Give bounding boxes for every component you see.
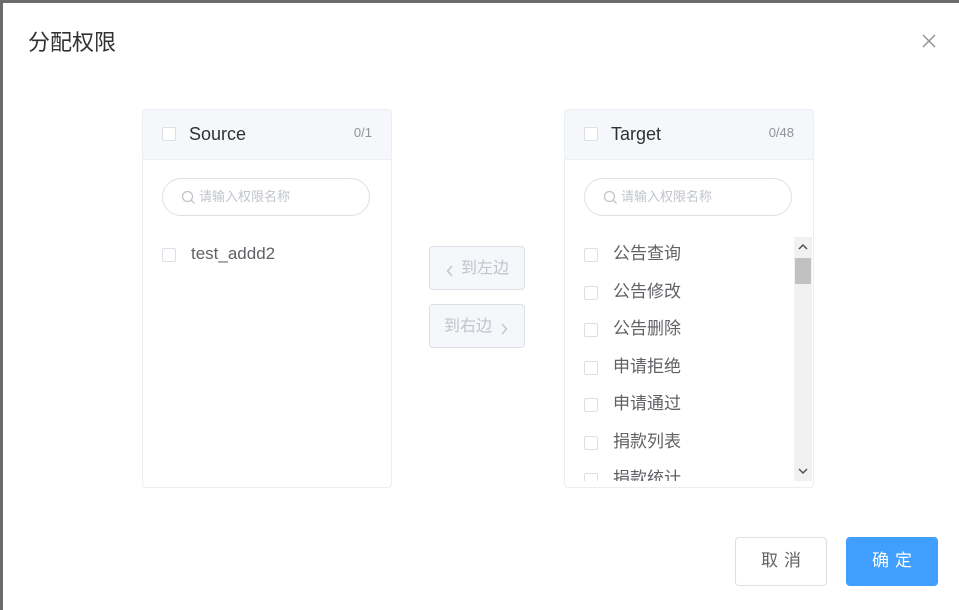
list-item[interactable]: 公告修改 (565, 274, 813, 312)
item-label: 申请通过 (613, 394, 681, 414)
scroll-up-icon[interactable] (794, 239, 812, 255)
target-count: 0/48 (768, 125, 794, 140)
item-checkbox[interactable] (584, 360, 598, 375)
assign-permissions-dialog: 分配权限 Source 0/1 test_addd2 到左边 (3, 3, 959, 610)
target-panel-header: Target 0/48 (565, 110, 813, 160)
source-panel: Source 0/1 test_addd2 (142, 109, 392, 488)
list-item[interactable]: 公告删除 (565, 311, 813, 349)
list-item[interactable]: 捐款统计 (565, 461, 813, 481)
item-label: 捐款统计 (613, 469, 681, 481)
source-search-input[interactable] (199, 187, 359, 207)
to-left-label: 到左边 (461, 258, 510, 277)
list-item[interactable]: 公告查询 (565, 236, 813, 274)
item-label: 公告查询 (613, 244, 681, 264)
scroll-down-icon[interactable] (794, 463, 812, 479)
to-right-button[interactable]: 到右边 (429, 304, 525, 348)
item-checkbox[interactable] (584, 248, 598, 262)
source-panel-title: Source (189, 124, 247, 144)
source-search-box (162, 178, 370, 216)
target-search-input[interactable] (621, 187, 781, 207)
target-list: 公告查询 公告修改 公告删除 申请拒绝 申请通过 捐款列表 捐款统计 (565, 236, 813, 481)
chevron-right-icon (500, 320, 508, 339)
search-icon (603, 190, 618, 209)
target-panel-title: Target (611, 124, 662, 144)
list-item[interactable]: 申请拒绝 (565, 349, 813, 387)
chevron-left-icon (446, 262, 454, 281)
source-count: 0/1 (353, 125, 372, 140)
item-label: 捐款列表 (613, 431, 681, 452)
item-label: 公告删除 (613, 319, 681, 339)
item-checkbox[interactable] (162, 248, 176, 262)
list-item[interactable]: 捐款列表 (565, 424, 813, 462)
close-icon[interactable] (921, 33, 937, 49)
source-panel-header: Source 0/1 (143, 110, 391, 160)
item-checkbox[interactable] (584, 473, 598, 481)
item-checkbox[interactable] (584, 435, 598, 450)
dialog-title: 分配权限 (28, 31, 117, 56)
item-label: 公告修改 (613, 281, 681, 302)
source-list: test_addd2 (143, 236, 391, 481)
source-select-all-checkbox[interactable] (162, 127, 176, 141)
confirm-button[interactable]: 确定 (846, 537, 938, 586)
scrollbar-thumb[interactable] (795, 258, 811, 284)
item-label: test_addd2 (191, 244, 276, 263)
target-select-all-checkbox[interactable] (584, 127, 598, 141)
to-left-button[interactable]: 到左边 (429, 246, 525, 290)
item-checkbox[interactable] (584, 323, 598, 337)
target-panel: Target 0/48 公告查询 公告修改 公告删除 (564, 109, 814, 488)
search-icon (181, 190, 196, 209)
target-list-scrollbar[interactable] (794, 237, 812, 481)
item-checkbox[interactable] (584, 398, 598, 412)
item-label: 申请拒绝 (613, 356, 681, 377)
to-right-label: 到右边 (444, 316, 493, 335)
item-checkbox[interactable] (584, 285, 598, 300)
cancel-button[interactable]: 取消 (735, 537, 827, 586)
target-search-box (584, 178, 792, 216)
list-item[interactable]: test_addd2 (143, 236, 391, 274)
list-item[interactable]: 申请通过 (565, 386, 813, 424)
